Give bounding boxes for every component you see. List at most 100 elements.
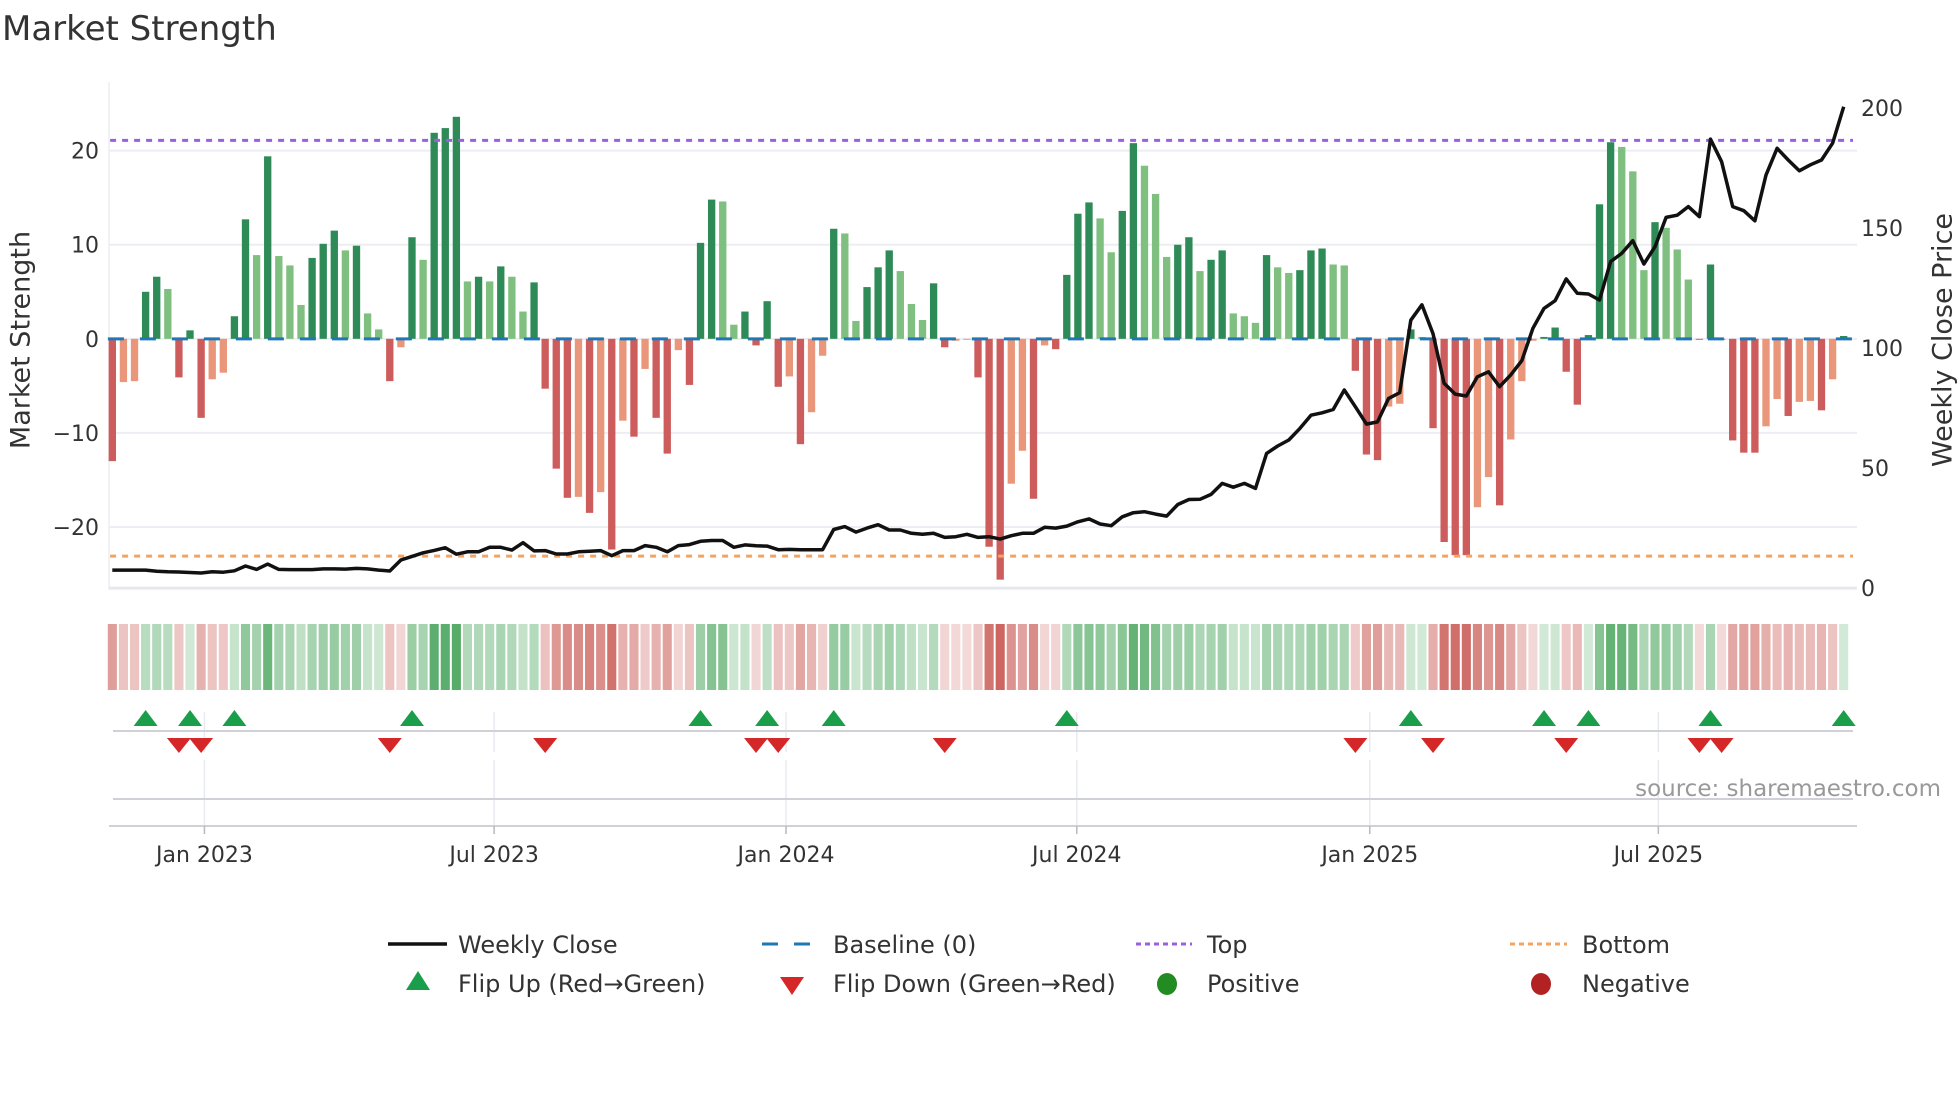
legend-item-baseline[interactable]: Baseline (0)	[762, 931, 976, 959]
heat-cell	[1550, 624, 1560, 690]
heat-cell	[418, 624, 428, 690]
strength-bar	[641, 338, 649, 369]
heat-cell	[285, 624, 295, 690]
strength-bar	[929, 283, 938, 339]
heat-cell	[695, 624, 706, 690]
heat-cell	[1372, 624, 1383, 690]
strength-bar	[774, 338, 782, 387]
strength-bar	[741, 311, 749, 339]
strength-bar	[1107, 252, 1115, 339]
heat-cell	[1306, 624, 1316, 690]
heat-cell	[1406, 624, 1416, 690]
strength-bar	[985, 338, 993, 547]
strength-bar	[1229, 313, 1237, 339]
right-axis-ticks: 0 50 100 150 200	[1861, 97, 1903, 602]
strength-bar	[1495, 338, 1504, 506]
heat-cell	[1639, 624, 1649, 690]
strength-bar	[1118, 210, 1126, 339]
heat-cell	[1528, 624, 1538, 690]
heat-cell	[873, 624, 883, 690]
strength-bar	[1296, 270, 1304, 339]
strength-bar	[974, 338, 982, 378]
legend-item-bottom[interactable]: Bottom	[1510, 931, 1670, 959]
heat-cell	[551, 624, 561, 690]
heat-cell	[1617, 624, 1627, 690]
heat-cell	[818, 624, 828, 690]
flip-down-marker	[1554, 738, 1579, 753]
legend-item-positive[interactable]: Positive	[1157, 970, 1300, 998]
right-axis-title: Weekly Close Price	[1928, 213, 1959, 467]
heat-cell	[1328, 624, 1338, 690]
heat-cell	[740, 624, 750, 690]
heat-cell	[540, 624, 550, 690]
heat-cell	[1195, 624, 1205, 690]
heat-cell	[1206, 624, 1216, 690]
legend-item-weekly-close[interactable]: Weekly Close	[388, 931, 618, 959]
strength-bar	[1207, 259, 1215, 339]
heat-cell	[296, 624, 306, 690]
strength-bar	[896, 271, 904, 339]
strength-bar	[1074, 213, 1082, 339]
strength-bar	[1329, 264, 1337, 339]
heat-cell	[1628, 624, 1638, 690]
heat-cell	[1062, 624, 1072, 690]
flip-up-marker	[399, 710, 424, 726]
heat-cell	[851, 624, 861, 690]
left-tick-label: 20	[71, 140, 99, 165]
strength-bar	[119, 338, 128, 383]
strength-bar	[1673, 249, 1681, 339]
heat-cell	[1472, 624, 1482, 690]
legend-item-top[interactable]: Top	[1136, 931, 1248, 959]
left-tick-label: 0	[85, 328, 99, 353]
strength-bar	[1806, 338, 1815, 401]
heat-cell	[1117, 624, 1127, 690]
heat-cell	[440, 624, 450, 690]
heat-cell	[1717, 624, 1727, 690]
heat-cell	[1694, 624, 1704, 690]
strength-bar	[264, 156, 272, 339]
heat-cell	[884, 624, 894, 690]
strength-bar	[486, 281, 494, 339]
heat-cell	[129, 624, 140, 690]
strength-bar	[508, 276, 516, 339]
triangle-up-icon	[406, 971, 430, 990]
legend-label: Flip Up (Red→Green)	[458, 970, 706, 998]
strength-bar	[652, 338, 660, 418]
legend-item-negative[interactable]: Negative	[1531, 970, 1690, 998]
x-tick-label: Jul 2023	[447, 843, 539, 868]
strength-bar	[574, 338, 583, 497]
heat-cell	[207, 624, 217, 690]
strength-bar	[1251, 322, 1260, 339]
heat-cell	[951, 624, 961, 690]
reference-lines	[107, 138, 1857, 558]
legend-item-flip-up[interactable]: Flip Up (Red→Green)	[406, 970, 706, 998]
heat-cell	[518, 624, 528, 690]
heat-cell	[307, 624, 317, 690]
strength-bar	[1507, 338, 1515, 440]
heat-cell	[651, 624, 661, 690]
heat-cell	[1317, 624, 1327, 690]
strength-bar	[1451, 338, 1459, 556]
strength-bar	[363, 313, 372, 339]
strength-bar	[386, 338, 394, 382]
heat-cell	[1417, 624, 1427, 690]
strength-bar	[1540, 336, 1548, 339]
heat-cell	[629, 624, 639, 690]
strength-bar	[1784, 338, 1792, 416]
heat-cell	[1828, 624, 1838, 690]
strength-bar	[419, 259, 427, 339]
strength-bar	[630, 338, 638, 437]
strength-bar	[130, 338, 139, 382]
strength-bar	[1052, 338, 1060, 350]
legend-item-flip-down[interactable]: Flip Down (Green→Red)	[780, 970, 1116, 998]
strength-bar	[608, 338, 616, 550]
heat-cell	[1750, 624, 1760, 690]
strength-bar	[1140, 165, 1149, 339]
strength-bar	[863, 287, 871, 339]
heat-cell	[1361, 624, 1371, 690]
heat-cell	[684, 624, 694, 690]
market-strength-chart: Market Strength −20 −10 0 10 20 0 50 100 150 200…	[2, 9, 1959, 998]
heat-cell	[784, 624, 794, 690]
heat-cell	[840, 624, 850, 690]
flip-down-marker	[533, 738, 558, 753]
